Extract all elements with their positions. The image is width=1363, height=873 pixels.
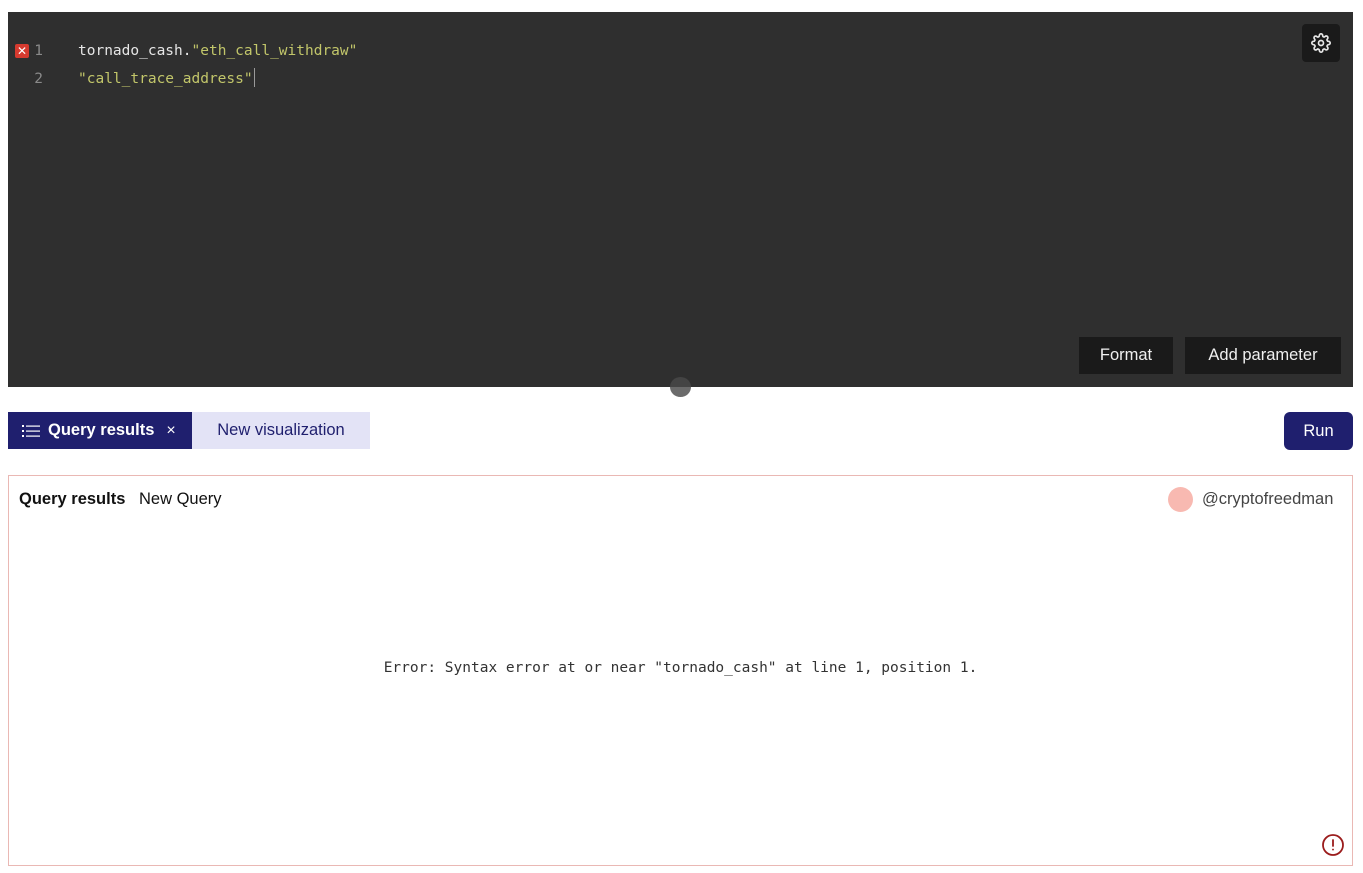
text-cursor bbox=[253, 68, 255, 87]
code-text[interactable]: "call_trace_address" bbox=[78, 68, 255, 90]
tab-new-visualization-label: New visualization bbox=[217, 421, 345, 439]
tab-query-results-label: Query results bbox=[48, 421, 155, 439]
results-title: Query results bbox=[19, 490, 126, 508]
editor-line-1[interactable]: ✕ 1 tornado_cash."eth_call_withdraw" bbox=[8, 40, 1353, 62]
line-number: 2 bbox=[34, 71, 43, 87]
avatar[interactable] bbox=[1168, 487, 1193, 512]
sql-editor[interactable]: ✕ 1 tornado_cash."eth_call_withdraw" 2 "… bbox=[8, 12, 1353, 387]
add-parameter-button[interactable]: Add parameter bbox=[1185, 337, 1341, 374]
editor-resize-handle[interactable] bbox=[670, 377, 691, 397]
editor-settings-button[interactable] bbox=[1302, 24, 1340, 62]
error-message: Error: Syntax error at or near "tornado_… bbox=[383, 660, 978, 676]
tab-query-results[interactable]: Query results × bbox=[8, 412, 192, 449]
list-icon bbox=[22, 424, 40, 438]
username-link[interactable]: @cryptofreedman bbox=[1202, 490, 1333, 509]
format-button[interactable]: Format bbox=[1079, 337, 1173, 374]
close-icon[interactable]: × bbox=[166, 422, 175, 440]
alert-circle-icon[interactable] bbox=[1321, 833, 1345, 857]
code-token-string: "call_trace_address" bbox=[78, 71, 253, 87]
code-text[interactable]: tornado_cash."eth_call_withdraw" bbox=[78, 40, 357, 62]
resize-handle-bottom bbox=[670, 387, 691, 397]
code-token-string: "eth_call_withdraw" bbox=[191, 43, 358, 59]
results-panel: Query results New Query @cryptofreedman … bbox=[8, 475, 1353, 866]
editor-line-2[interactable]: 2 "call_trace_address" bbox=[8, 68, 1353, 90]
gear-icon bbox=[1311, 33, 1331, 53]
query-name[interactable]: New Query bbox=[139, 490, 222, 509]
run-button[interactable]: Run bbox=[1284, 412, 1353, 450]
code-token-identifier: tornado_cash. bbox=[78, 43, 192, 59]
tab-new-visualization[interactable]: New visualization bbox=[192, 412, 370, 449]
line-number: 1 bbox=[34, 43, 43, 59]
